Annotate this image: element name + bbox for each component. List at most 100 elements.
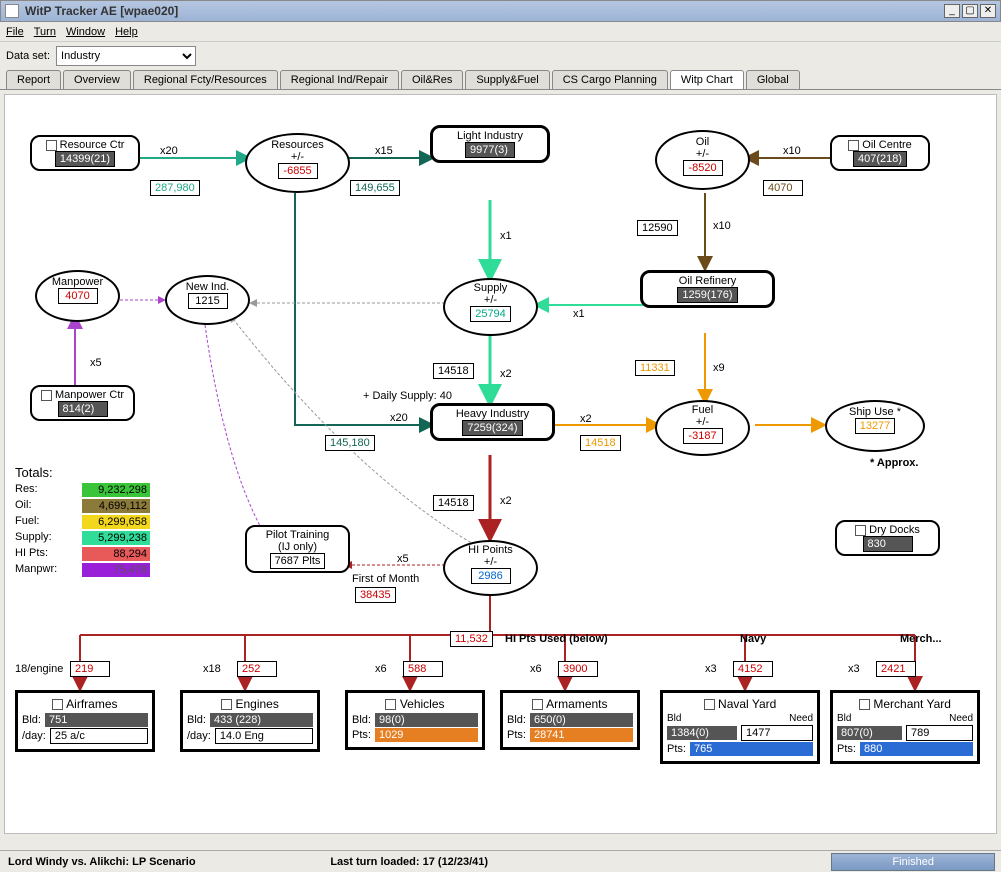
checkbox-vehicles[interactable] (385, 699, 396, 710)
tab-oilres[interactable]: Oil&Res (401, 70, 463, 89)
pts: 765 (690, 742, 813, 756)
title: Merchant Yard (873, 697, 951, 711)
edge-label: x15 (375, 145, 393, 157)
label: Pilot Training (251, 529, 344, 541)
value: 7259(324) (462, 420, 522, 436)
finished-button[interactable]: Finished (831, 853, 995, 871)
edge-label: x9 (713, 362, 725, 374)
tab-global[interactable]: Global (746, 70, 800, 89)
window-title: WitP Tracker AE [wpae020] (25, 4, 942, 18)
label: Oil Centre (862, 139, 912, 151)
edge-value: 149,655 (350, 180, 400, 196)
label: Resource Ctr (60, 139, 125, 151)
checkbox-dry-docks[interactable] (855, 525, 866, 536)
edge-label: HI Pts Used (below) (505, 633, 608, 645)
edge-label: x5 (397, 553, 409, 565)
prod-used: 219 (70, 661, 110, 677)
label: Manpower (41, 276, 114, 288)
label: Manpower Ctr (55, 389, 124, 401)
sub: +/- (251, 151, 344, 163)
value: 25794 (470, 306, 511, 322)
checkbox-armaments[interactable] (532, 699, 543, 710)
value: 407(218) (853, 151, 907, 167)
prod-used: 2421 (876, 661, 916, 677)
tab-cscargo[interactable]: CS Cargo Planning (552, 70, 668, 89)
edge-label: Navy (740, 633, 766, 645)
need: 1477 (741, 725, 813, 741)
checkbox-manpower-ctr[interactable] (41, 390, 52, 401)
prod-used: 588 (403, 661, 443, 677)
checkbox-resource-ctr[interactable] (46, 140, 57, 151)
close-icon[interactable]: ✕ (980, 4, 996, 18)
node-light-industry: Light Industry 9977(3) (430, 125, 550, 163)
prodbox-airframes: Airframes Bld:751 /day:25 a/c (15, 690, 155, 752)
totals-title: Totals: (15, 465, 53, 480)
edge-value: 145,180 (325, 435, 375, 451)
bld: 751 (45, 713, 148, 727)
minimize-icon[interactable]: _ (944, 4, 960, 18)
checkbox-oil-centre[interactable] (848, 140, 859, 151)
edge-label: x20 (160, 145, 178, 157)
edge-value: 4070 (763, 180, 803, 196)
menu-window[interactable]: Window (66, 26, 105, 38)
pts: 1029 (375, 728, 478, 742)
menu-file[interactable]: File (6, 26, 24, 38)
prod-mult: x6 (375, 663, 387, 675)
value: 1215 (188, 293, 228, 309)
tab-overview[interactable]: Overview (63, 70, 131, 89)
totals-value: 5,299,238 (82, 531, 150, 545)
tab-supplyfuel[interactable]: Supply&Fuel (465, 70, 549, 89)
tab-witpchart[interactable]: Witp Chart (670, 70, 744, 89)
value: -8520 (683, 160, 723, 176)
node-manpower: Manpower 4070 (35, 270, 120, 322)
dataset-row: Data set: Industry (0, 42, 1001, 70)
prod-mult: x3 (705, 663, 717, 675)
checkbox-airframes[interactable] (52, 699, 63, 710)
title: Armaments (546, 697, 607, 711)
edge-value: 287,980 (150, 180, 200, 196)
label: HI Points (449, 544, 532, 556)
edge-label: + Daily Supply: 40 (363, 390, 452, 402)
dataset-select[interactable]: Industry (56, 46, 196, 66)
bld: 98(0) (375, 713, 478, 727)
node-heavy-industry: Heavy Industry 7259(324) (430, 403, 555, 441)
node-resource-ctr: Resource Ctr 14399(21) (30, 135, 140, 171)
sub: +/- (449, 294, 532, 306)
tab-regional-ind[interactable]: Regional Ind/Repair (280, 70, 399, 89)
sub: +/- (661, 416, 744, 428)
prodbox-armaments: Armaments Bld:650(0) Pts:28741 (500, 690, 640, 750)
prodbox-vehicles: Vehicles Bld:98(0) Pts:1029 (345, 690, 485, 750)
value: 13277 (855, 418, 896, 434)
menu-turn[interactable]: Turn (34, 26, 56, 38)
edge-value: 14518 (433, 495, 474, 511)
edge-value: 11,532 (450, 631, 493, 647)
value: 9977(3) (465, 142, 515, 158)
daylabel: /day: (22, 730, 46, 742)
edge-value: 12590 (637, 220, 678, 236)
totals-value: 9,232,298 (82, 483, 150, 497)
checkbox-naval[interactable] (704, 699, 715, 710)
value: 7687 Plts (270, 553, 326, 569)
edge-label: Merch... (900, 633, 942, 645)
node-ship-use: Ship Use * 13277 (825, 400, 925, 452)
value: 814(2) (58, 401, 108, 417)
tab-report[interactable]: Report (6, 70, 61, 89)
title: Vehicles (400, 697, 445, 711)
checkbox-engines[interactable] (221, 699, 232, 710)
status-mid: Last turn loaded: 17 (12/23/41) (330, 856, 660, 868)
totals-label: Manpwr: (15, 563, 57, 575)
edge-value: 11331 (635, 360, 675, 376)
titlebar: WitP Tracker AE [wpae020] _ ▢ ✕ (0, 0, 1001, 22)
day: 14.0 Eng (215, 728, 313, 744)
value: 2986 (471, 568, 511, 584)
checkbox-merchant[interactable] (859, 699, 870, 710)
maximize-icon[interactable]: ▢ (962, 4, 978, 18)
prod-mult: x3 (848, 663, 860, 675)
title: Engines (235, 697, 278, 711)
prod-used: 252 (237, 661, 277, 677)
ship-use-note: * Approx. (870, 457, 919, 469)
prod-mult: 18/engine (15, 663, 63, 675)
pts: 28741 (530, 728, 633, 742)
tab-regional-fcty[interactable]: Regional Fcty/Resources (133, 70, 278, 89)
menu-help[interactable]: Help (115, 26, 138, 38)
